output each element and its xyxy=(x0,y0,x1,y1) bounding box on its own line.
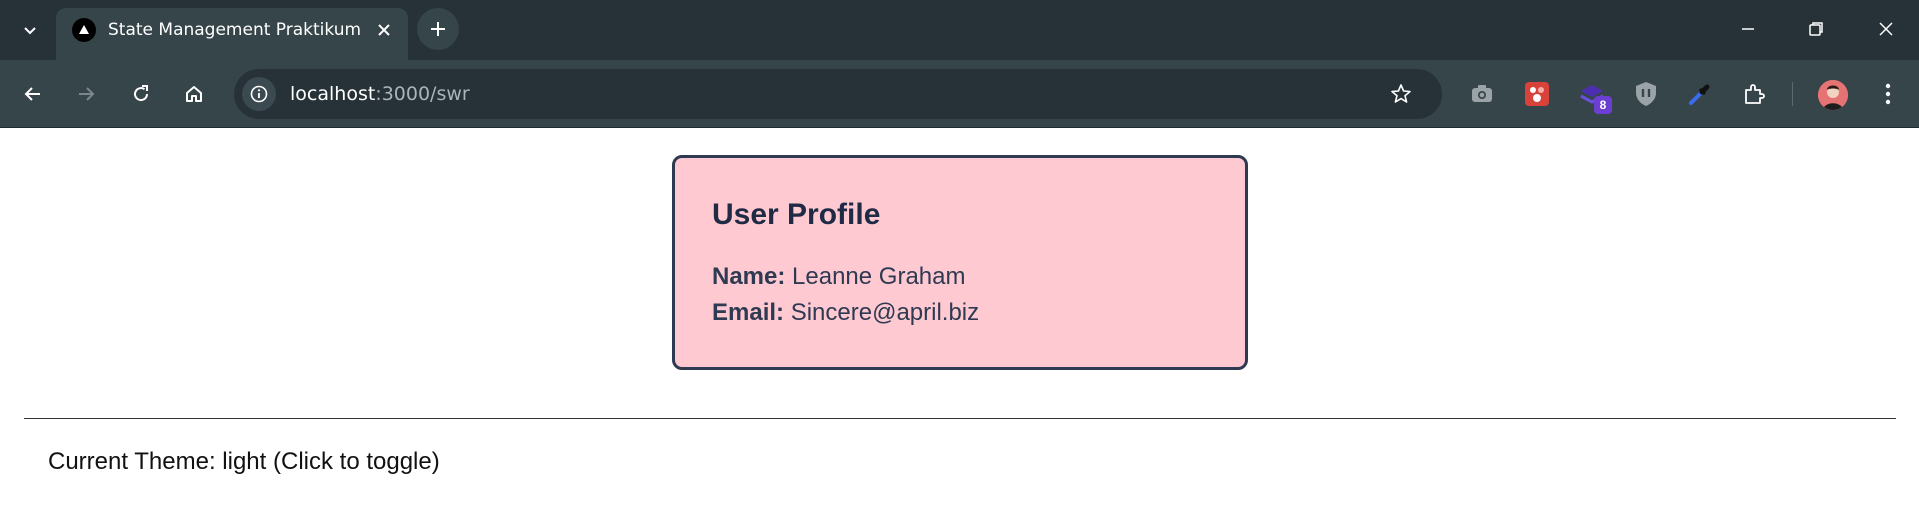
address-bar[interactable]: localhost:3000/swr xyxy=(234,69,1442,119)
profile-avatar[interactable] xyxy=(1818,80,1848,110)
extensions-menu-button[interactable] xyxy=(1734,74,1774,114)
email-value: Sincere@april.biz xyxy=(790,299,980,326)
close-icon xyxy=(378,24,390,36)
avatar-icon xyxy=(1818,80,1848,110)
browser-menu-button[interactable] xyxy=(1868,74,1908,114)
restore-button[interactable] xyxy=(1788,0,1844,58)
home-button[interactable] xyxy=(174,74,214,114)
reload-icon xyxy=(134,85,149,102)
tab-title: State Management Praktikum xyxy=(108,20,362,40)
shield-icon xyxy=(1636,82,1656,106)
name-value: Leanne Graham xyxy=(792,263,966,290)
new-tab-button[interactable] xyxy=(417,8,459,50)
info-icon xyxy=(250,85,268,103)
nextjs-favicon-icon xyxy=(72,18,96,42)
profile-title: User Profile xyxy=(712,198,881,231)
arrow-right-icon xyxy=(79,87,95,101)
back-button[interactable] xyxy=(13,74,53,114)
star-icon xyxy=(1391,84,1411,103)
forward-button[interactable] xyxy=(66,74,106,114)
puzzle-red-icon xyxy=(1525,82,1549,106)
email-label: Email: xyxy=(712,299,785,326)
restore-icon xyxy=(1809,22,1823,36)
name-label: Name: xyxy=(712,263,786,290)
extensions-icon xyxy=(1745,84,1765,104)
home-icon xyxy=(186,86,202,102)
bookmark-button[interactable] xyxy=(1384,77,1418,111)
eyedropper-icon xyxy=(1689,84,1710,105)
close-icon xyxy=(1879,22,1893,36)
reload-button[interactable] xyxy=(121,74,161,114)
url-text: localhost:3000/swr xyxy=(290,83,470,105)
close-window-button[interactable] xyxy=(1858,0,1914,58)
extension-eyedropper[interactable] xyxy=(1680,74,1720,114)
user-profile-card: User Profile Name: Leanne Graham Email: … xyxy=(672,155,1248,370)
site-info-button[interactable] xyxy=(242,77,276,111)
extension-red[interactable] xyxy=(1517,74,1557,114)
toolbar-separator xyxy=(1792,82,1793,106)
browser-tab[interactable]: State Management Praktikum xyxy=(56,8,408,60)
extension-badge: 8 xyxy=(1594,96,1612,114)
extension-stack[interactable]: 8 xyxy=(1572,74,1612,114)
camera-icon xyxy=(1472,85,1492,102)
arrow-left-icon xyxy=(24,87,40,101)
tab-close-button[interactable] xyxy=(370,16,398,44)
more-vertical-icon xyxy=(1885,83,1891,105)
profile-name-row: Name: Leanne Graham xyxy=(712,263,965,291)
plus-icon xyxy=(431,22,445,36)
tab-search-button[interactable] xyxy=(10,12,50,48)
extension-shield[interactable] xyxy=(1626,74,1666,114)
chevron-down-icon xyxy=(24,27,36,35)
minimize-icon xyxy=(1742,28,1754,30)
browser-toolbar: localhost:3000/swr 8 xyxy=(0,60,1919,128)
profile-email-row: Email: Sincere@april.biz xyxy=(712,299,979,327)
url-host: localhost xyxy=(290,83,376,105)
minimize-button[interactable] xyxy=(1720,0,1776,58)
horizontal-divider xyxy=(24,418,1896,419)
extension-camera[interactable] xyxy=(1462,74,1502,114)
tab-strip: State Management Praktikum xyxy=(0,0,1919,60)
url-path: :3000/swr xyxy=(375,83,470,105)
theme-toggle[interactable]: Current Theme: light (Click to toggle) xyxy=(48,448,440,476)
